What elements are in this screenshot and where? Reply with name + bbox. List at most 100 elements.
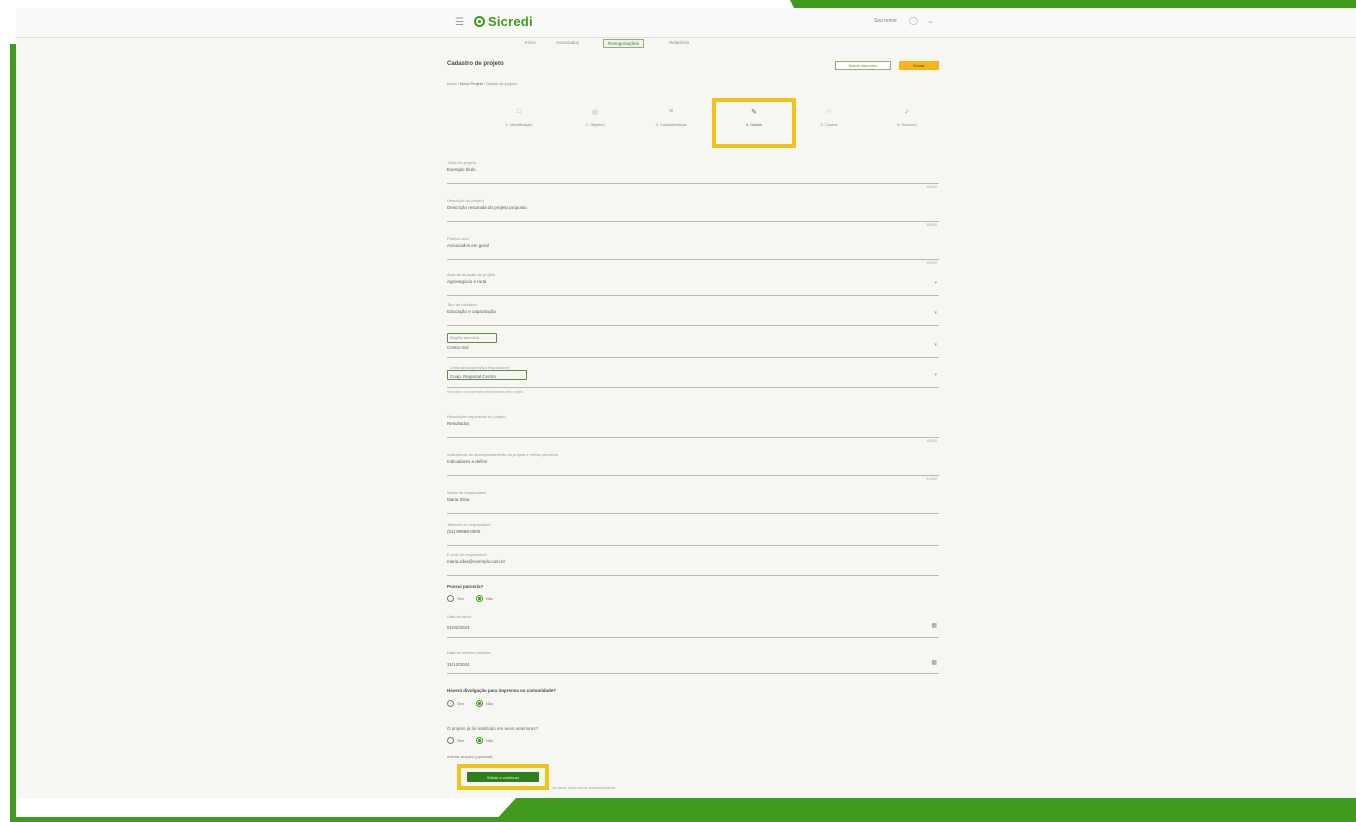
area-select[interactable]: Área de atuação do projeto Agronegócio e… <box>447 270 939 296</box>
initiative-type-select[interactable]: Tipo de iniciativa Educação e capacitaçã… <box>447 300 939 326</box>
step-caracteristicas[interactable]: ≡ 3. Características <box>626 108 716 127</box>
indicators-field[interactable]: Indicadores de acompanhamento do projeto… <box>447 450 939 481</box>
char-counter: 14/100 <box>926 185 937 189</box>
project-description-field[interactable]: Descrição do projeto Descrição resumida … <box>447 196 939 227</box>
chevron-down-icon[interactable]: ▾ <box>934 372 937 378</box>
field-label: Descrição do projeto <box>447 198 484 203</box>
list-icon: ≡ <box>668 108 674 115</box>
project-form: Cadastro de projeto Salvar rascunho Envi… <box>444 56 944 796</box>
field-value[interactable]: Educação e capacitação <box>447 309 496 314</box>
target-audience-field[interactable]: Público-alvo Associados em geral 19/200 <box>447 234 939 265</box>
decorative-bottom-bar <box>494 798 1356 822</box>
coin-icon: ○ <box>826 108 832 115</box>
radio-option-nao[interactable]: Não <box>475 737 493 744</box>
calendar-icon[interactable]: ▦ <box>931 659 937 666</box>
field-label: Resultados esperados do projeto <box>447 414 506 419</box>
radio-option-sim[interactable]: Sim <box>447 595 464 602</box>
field-label: Unidade/cooperativa responsável <box>450 365 510 370</box>
radio-option-nao[interactable]: Não <box>475 700 493 707</box>
press-radio-group: Sim Não <box>447 700 493 707</box>
attachment-label: Anexar arquivo (opcional) <box>447 754 493 759</box>
responsible-name-field[interactable]: Nome do responsável Maria Silva <box>447 488 939 514</box>
field-value[interactable]: Descrição resumida do projeto proposto <box>447 205 527 210</box>
main-nav: Início Associados Renegociações Relatóri… <box>16 38 1356 50</box>
field-label: E-mail do responsável <box>447 552 487 557</box>
user-icon[interactable]: ◯ <box>909 16 918 25</box>
end-date-field[interactable]: Data de término prevista 31/12/2024 ▦ <box>447 648 939 674</box>
chevron-down-icon[interactable]: ⌄ <box>927 16 934 25</box>
expected-results-field[interactable]: Resultados esperados do projeto Resultad… <box>447 412 939 443</box>
char-counter: 38/500 <box>926 223 937 227</box>
responsible-email-field[interactable]: E-mail do responsável maria.silva@exempl… <box>447 550 939 576</box>
partnership-radio-group: Sim Não <box>447 595 493 602</box>
step-resumo[interactable]: ✓ 6. Resumo <box>862 108 952 127</box>
region-select[interactable]: Região atendida Centro-Sul ▾ <box>447 332 939 358</box>
field-label: Região atendida <box>450 335 480 340</box>
nav-item-associados[interactable]: Associados <box>556 40 579 45</box>
breadcrumb-item[interactable]: Início <box>447 81 457 86</box>
send-button[interactable]: Enviar <box>899 61 939 70</box>
project-title-field[interactable]: Título do projeto Exemplo título 14/100 <box>447 158 939 189</box>
field-value[interactable]: Indicadores a definir <box>447 459 488 464</box>
radio-option-sim[interactable]: Sim <box>447 737 464 744</box>
save-continue-button[interactable]: Salvar e continuar <box>467 772 539 782</box>
char-counter: 10/300 <box>926 439 937 443</box>
field-value[interactable]: Agronegócio e rural <box>447 279 486 284</box>
radio-icon <box>447 595 454 602</box>
app-screen: ☰ Sicredi Seu nome ◯ ⌄ Início Associados… <box>16 8 1356 798</box>
nav-item-renegociacoes[interactable]: Renegociações <box>603 39 645 48</box>
field-label: Título do projeto <box>447 160 476 165</box>
step-label: 5. Custos <box>820 122 838 127</box>
chevron-down-icon[interactable]: ▾ <box>934 310 937 316</box>
chevron-down-icon[interactable]: ▾ <box>934 280 937 286</box>
decorative-top-bar <box>790 0 1356 8</box>
radio-label: Sim <box>457 738 464 743</box>
check-icon: ✓ <box>904 109 910 116</box>
field-value[interactable]: Exemplo título <box>447 167 476 172</box>
breadcrumb-item: Dados do projeto <box>486 81 517 86</box>
chevron-down-icon[interactable]: ▾ <box>934 342 937 348</box>
breadcrumb-item[interactable]: Novo Projeto <box>460 81 483 86</box>
decorative-bottom-line <box>10 817 510 822</box>
field-value[interactable]: 01/02/2024 <box>447 625 470 630</box>
field-value[interactable]: Centro-Sul <box>447 345 469 350</box>
radio-selected-icon <box>475 595 483 602</box>
brand-logo[interactable]: Sicredi <box>474 14 533 29</box>
radio-option-nao[interactable]: Não <box>475 595 494 602</box>
nav-item-inicio[interactable]: Início <box>525 40 536 45</box>
field-label: Data de término prevista <box>447 650 491 655</box>
char-counter: 19/200 <box>926 261 937 265</box>
radio-option-sim[interactable]: Sim <box>447 700 464 707</box>
radio-icon <box>447 700 454 707</box>
menu-icon[interactable]: ☰ <box>455 17 464 28</box>
user-name[interactable]: Seu nome <box>874 18 897 24</box>
radio-icon <box>447 737 454 744</box>
radio-selected-icon <box>475 737 483 744</box>
field-value[interactable]: (51) 99999-0000 <box>447 529 480 534</box>
logo-mark-icon <box>474 16 485 27</box>
save-draft-button[interactable]: Salvar rascunho <box>835 61 891 70</box>
field-value[interactable]: Coop. Regional Centro <box>450 374 496 379</box>
previous-years-radio-group: Sim Não <box>447 737 493 744</box>
autosave-note: Os dados serão salvos automaticamente <box>552 786 616 790</box>
step-custos[interactable]: ○ 5. Custos <box>784 108 874 127</box>
start-date-field[interactable]: Data de início 01/02/2024 ▦ <box>447 612 939 638</box>
step-label: 3. Características <box>655 122 687 127</box>
field-label: Tipo de iniciativa <box>447 302 477 307</box>
field-value[interactable]: maria.silva@exemplo.com.br <box>447 559 505 564</box>
field-value[interactable]: Maria Silva <box>447 497 469 502</box>
breadcrumb: Início / Novo Projeto / Dados do projeto <box>447 81 517 86</box>
calendar-icon[interactable]: ▦ <box>931 622 937 629</box>
cooperative-select[interactable]: Unidade/cooperativa responsável Coop. Re… <box>447 362 939 394</box>
field-label: Nome do responsável <box>447 490 486 495</box>
responsible-phone-field[interactable]: Telefone do responsável (51) 99999-0000 <box>447 520 939 546</box>
field-label: Público-alvo <box>447 236 469 241</box>
field-value[interactable]: Resultados <box>447 421 470 426</box>
page-title: Cadastro de projeto <box>447 61 504 67</box>
field-value[interactable]: Associados em geral <box>447 243 489 248</box>
field-value[interactable]: 31/12/2024 <box>447 662 470 667</box>
nav-item-relatorios[interactable]: Relatórios <box>669 40 689 45</box>
radio-label: Não <box>485 596 494 601</box>
field-label: Telefone do responsável <box>447 522 491 527</box>
char-counter: 21/300 <box>926 477 937 481</box>
